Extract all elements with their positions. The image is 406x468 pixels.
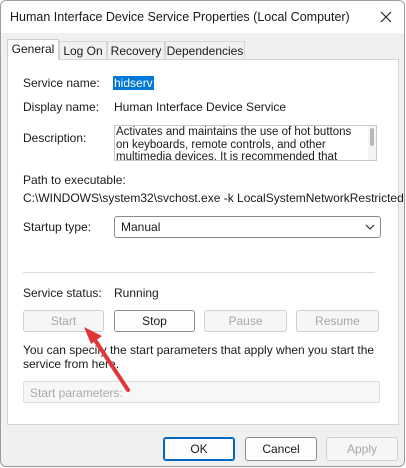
description-scroll-thumb[interactable] [370, 128, 374, 146]
path-label: Path to executable: [23, 173, 126, 187]
ok-button[interactable]: OK [163, 437, 235, 461]
service-status-label: Service status: [23, 286, 102, 300]
description-box[interactable]: Activates and maintains the use of hot b… [114, 125, 377, 161]
service-name-label: Service name: [23, 76, 100, 90]
tab-general[interactable]: General [7, 39, 59, 60]
cancel-button[interactable]: Cancel [245, 437, 317, 461]
tab-dependencies[interactable]: Dependencies [165, 41, 245, 59]
window-title: Human Interface Device Service Propertie… [10, 10, 350, 24]
pause-button[interactable]: Pause [204, 310, 287, 332]
stop-button[interactable]: Stop [114, 310, 195, 332]
properties-dialog: Human Interface Device Service Propertie… [0, 0, 405, 467]
startup-type-select[interactable]: Manual [114, 216, 381, 238]
startup-type-label: Startup type: [23, 220, 92, 234]
description-text: Activates and maintains the use of hot b… [116, 126, 352, 161]
service-name-selected-text[interactable]: hidserv [113, 76, 154, 90]
start-params-info: You can specify the start parameters tha… [23, 343, 375, 371]
start-params-input[interactable]: Start parameters: [23, 381, 380, 403]
resume-button[interactable]: Resume [296, 310, 379, 332]
start-button[interactable]: Start [23, 310, 104, 332]
start-params-placeholder: Start parameters: [30, 386, 123, 400]
display-name-label: Display name: [23, 100, 100, 114]
startup-type-value: Manual [121, 220, 161, 234]
description-label: Description: [23, 131, 87, 145]
apply-button[interactable]: Apply [326, 437, 398, 461]
close-button[interactable] [378, 9, 394, 25]
display-name-value[interactable]: Human Interface Device Service [114, 100, 286, 114]
general-panel: Service name: hidserv Display name: Huma… [7, 59, 404, 425]
path-value[interactable]: C:\WINDOWS\system32\svchost.exe -k Local… [23, 191, 404, 205]
title-bar: Human Interface Device Service Propertie… [1, 1, 404, 33]
tab-recovery[interactable]: Recovery [107, 41, 165, 59]
description-scrollbar[interactable] [368, 126, 376, 160]
tab-log-on[interactable]: Log On [59, 41, 107, 59]
service-status-value: Running [114, 286, 159, 300]
chevron-down-icon [365, 224, 375, 230]
service-name-value[interactable]: hidserv [113, 76, 154, 90]
close-icon [380, 11, 392, 23]
separator [23, 272, 375, 273]
tab-strip: General Log On Recovery Dependencies [7, 39, 398, 60]
